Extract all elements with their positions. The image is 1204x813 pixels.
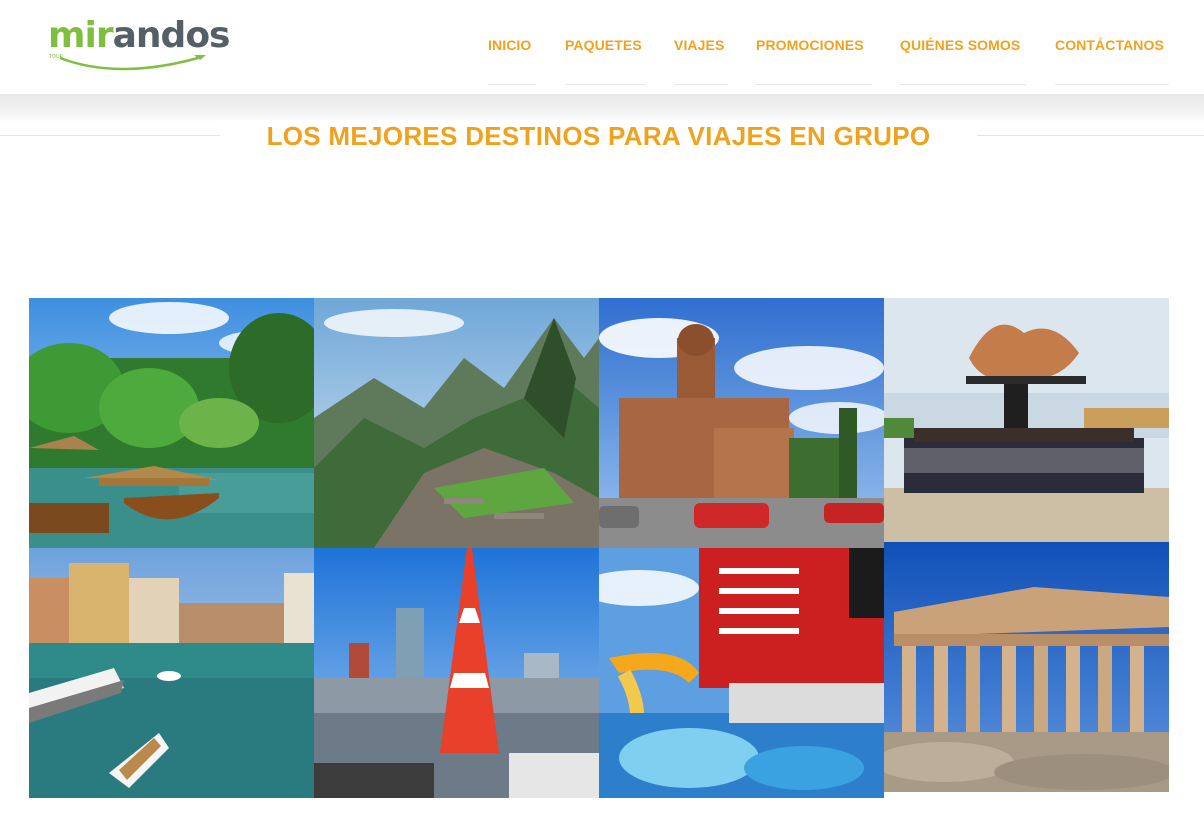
gallery-cathedral-image[interactable]	[599, 298, 884, 548]
gallery-love-park-image[interactable]	[884, 298, 1169, 542]
nav-inicio[interactable]: INICIO	[488, 36, 536, 85]
gallery-machu-picchu-image[interactable]	[314, 298, 599, 548]
nav-viajes[interactable]: VIAJES	[674, 36, 727, 85]
section-title: LOS MEJORES DESTINOS PARA VIAJES EN GRUP…	[266, 121, 931, 151]
nav-quienes-somos[interactable]: QUIÉNES SOMOS	[900, 36, 1026, 85]
site-header: mirandos TOUR INICIO PAQUETES VIAJES PRO…	[0, 0, 1204, 94]
gallery-parthenon-image[interactable]	[884, 542, 1169, 792]
gallery-venice-image[interactable]	[29, 548, 314, 798]
gallery-cruise-image[interactable]	[599, 548, 884, 798]
gallery-tropical-river-image[interactable]	[29, 298, 314, 548]
nav-contactanos[interactable]: CONTÁCTANOS	[1055, 36, 1169, 85]
gallery-tokyo-tower-image[interactable]	[314, 548, 599, 798]
nav-paquetes[interactable]: PAQUETES	[565, 36, 646, 85]
nav-promociones[interactable]: PROMOCIONES	[756, 36, 871, 85]
main-nav: INICIO PAQUETES VIAJES PROMOCIONES QUIÉN…	[488, 36, 1169, 86]
logo-swoosh-icon	[59, 55, 206, 71]
mirandos-logo[interactable]: mirandos TOUR	[48, 16, 231, 72]
header-shadow	[0, 94, 1204, 122]
